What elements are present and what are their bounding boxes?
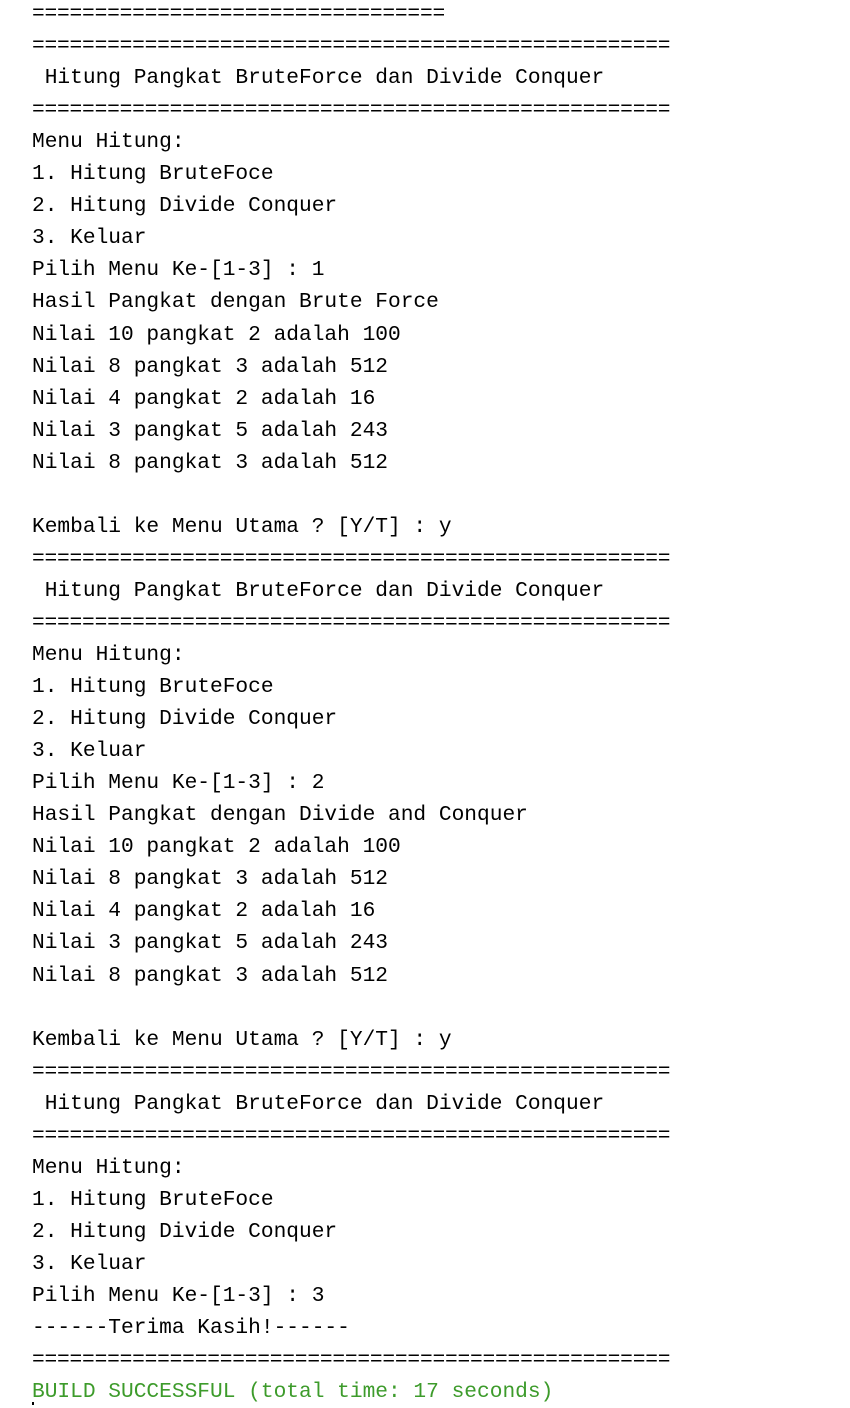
console-line: Nilai 4 pangkat 2 adalah 16: [32, 386, 376, 411]
console-line: ------Terima Kasih!------: [32, 1316, 350, 1341]
console-line: Menu Hitung:: [32, 1155, 185, 1180]
console-line: Nilai 3 pangkat 5 adalah 243: [32, 418, 389, 443]
separator-line: ========================================…: [32, 1059, 671, 1084]
console-line: Nilai 8 pangkat 3 adalah 512: [32, 963, 389, 988]
input-prompt-line: Pilih Menu Ke-[1-3] : 3: [32, 1284, 325, 1308]
console-line: Menu Hitung:: [32, 643, 185, 667]
console-line: 2. Hitung Divide Conquer: [32, 707, 338, 732]
console-line: Hasil Pangkat dengan Divide and Conquer: [32, 803, 528, 828]
program-heading: Hitung Pangkat BruteForce dan Divide Con…: [32, 1091, 605, 1116]
build-status-line: BUILD SUCCESSFUL (total time: 17 seconds…: [32, 1380, 554, 1405]
console-line: 3. Keluar: [32, 739, 147, 764]
input-prompt-line: Pilih Menu Ke-[1-3] : 1: [32, 258, 325, 283]
separator-line: ========================================…: [32, 546, 671, 571]
console-line: Nilai 8 pangkat 3 adalah 512: [32, 450, 389, 475]
input-prompt-line: Kembali ke Menu Utama ? [Y/T] : y: [32, 514, 452, 539]
console-line: 2. Hitung Divide Conquer: [32, 194, 338, 219]
separator-line: ========================================…: [32, 34, 671, 59]
separator-line: =================================: [32, 2, 445, 26]
console-line: 1. Hitung BruteFoce: [32, 675, 274, 700]
console-line: 3. Keluar: [32, 1251, 147, 1276]
console-line: Nilai 8 pangkat 3 adalah 512: [32, 867, 389, 892]
separator-line: ========================================…: [32, 1348, 671, 1373]
separator-line: ========================================…: [32, 98, 671, 123]
program-heading: Hitung Pangkat BruteForce dan Divide Con…: [32, 66, 605, 91]
console-line: 1. Hitung BruteFoce: [32, 1187, 274, 1212]
separator-line: ========================================…: [32, 1123, 671, 1148]
console-line: Nilai 4 pangkat 2 adalah 16: [32, 899, 376, 924]
text-caret: [32, 1402, 34, 1405]
input-prompt-line: Pilih Menu Ke-[1-3] : 2: [32, 771, 325, 796]
program-heading: Hitung Pangkat BruteForce dan Divide Con…: [32, 578, 605, 603]
console-line: Nilai 3 pangkat 5 adalah 243: [32, 931, 389, 956]
console-line: Nilai 10 pangkat 2 adalah 100: [32, 835, 401, 860]
console-line: Nilai 10 pangkat 2 adalah 100: [32, 322, 401, 347]
console-line: 1. Hitung BruteFoce: [32, 162, 274, 187]
separator-line: ========================================…: [32, 610, 671, 635]
console-line: 3. Keluar: [32, 226, 147, 251]
console-line: Nilai 8 pangkat 3 adalah 512: [32, 354, 389, 379]
input-prompt-line: Kembali ke Menu Utama ? [Y/T] : y: [32, 1027, 452, 1052]
console-line: Hasil Pangkat dengan Brute Force: [32, 290, 439, 315]
console-line: 2. Hitung Divide Conquer: [32, 1219, 338, 1244]
console-line: Menu Hitung:: [32, 130, 185, 155]
